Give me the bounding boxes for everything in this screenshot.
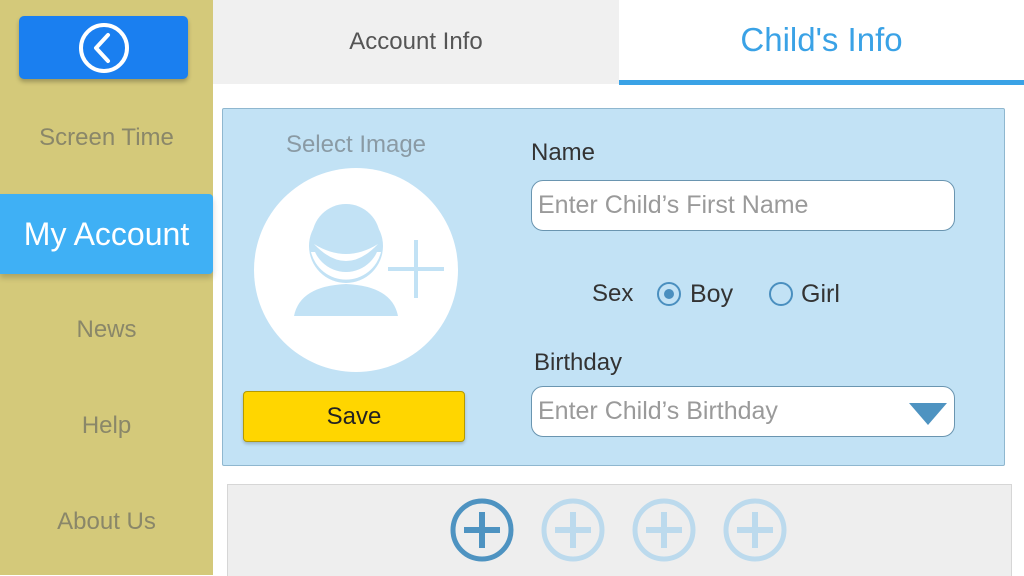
back-button[interactable] bbox=[19, 16, 188, 79]
add-child-slot-4[interactable] bbox=[723, 498, 787, 562]
sidebar: Screen Time My Account News Help About U… bbox=[0, 0, 213, 575]
sidebar-item-screen-time[interactable]: Screen Time bbox=[0, 124, 213, 152]
add-user-icon bbox=[294, 204, 444, 316]
add-child-slot-2[interactable] bbox=[541, 498, 605, 562]
birthday-label: Birthday bbox=[534, 349, 623, 376]
sidebar-item-news[interactable]: News bbox=[0, 316, 213, 344]
birthday-input[interactable] bbox=[531, 386, 955, 437]
plus-circle-icon bbox=[450, 498, 514, 562]
save-button[interactable]: Save bbox=[243, 391, 465, 442]
children-slots-bar bbox=[227, 484, 1012, 576]
tab-childs-info[interactable]: Child's Info bbox=[619, 0, 1024, 85]
sidebar-item-my-account[interactable]: My Account bbox=[0, 194, 213, 274]
sex-girl-radio[interactable] bbox=[769, 282, 793, 306]
plus-circle-icon bbox=[541, 498, 605, 562]
triangle-down-icon bbox=[909, 403, 947, 425]
plus-circle-icon bbox=[632, 498, 696, 562]
add-child-slot-3[interactable] bbox=[632, 498, 696, 562]
select-image-button[interactable] bbox=[254, 168, 458, 372]
radio-selected-dot bbox=[664, 289, 674, 299]
chevron-left-circle-icon bbox=[78, 22, 129, 73]
name-label: Name bbox=[531, 139, 596, 166]
plus-circle-icon bbox=[723, 498, 787, 562]
birthday-dropdown-button[interactable] bbox=[908, 402, 948, 426]
sex-girl-label[interactable]: Girl bbox=[801, 280, 840, 309]
add-child-slot-1[interactable] bbox=[450, 498, 514, 562]
sex-boy-radio[interactable] bbox=[657, 282, 681, 306]
sex-boy-label[interactable]: Boy bbox=[690, 280, 733, 309]
sidebar-item-about-us[interactable]: About Us bbox=[0, 508, 213, 536]
sidebar-item-help[interactable]: Help bbox=[0, 412, 213, 440]
select-image-label: Select Image bbox=[285, 131, 427, 158]
child-name-input[interactable] bbox=[531, 180, 955, 231]
sex-label: Sex bbox=[592, 280, 634, 307]
tab-account-info[interactable]: Account Info bbox=[213, 0, 619, 84]
